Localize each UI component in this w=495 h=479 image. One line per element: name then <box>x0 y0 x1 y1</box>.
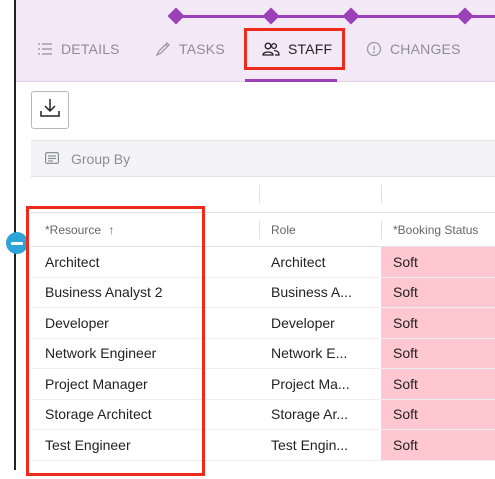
download-button[interactable] <box>31 91 69 129</box>
role-cell[interactable]: Business A... <box>259 284 381 300</box>
role-cell[interactable]: Project Ma... <box>259 376 381 392</box>
tab-changes[interactable]: Changes <box>366 38 461 60</box>
tab-label: Tasks <box>179 41 225 57</box>
column-header-label: Role <box>271 222 296 237</box>
column-header-booking-status[interactable]: *Booking Status <box>381 223 495 237</box>
booking-status-cell[interactable]: Soft <box>381 399 495 429</box>
pencil-icon <box>155 41 171 57</box>
minus-icon <box>11 241 23 245</box>
tab-label: Changes <box>390 41 461 57</box>
booking-status-cell[interactable]: Soft <box>381 338 495 368</box>
role-cell[interactable]: Test Engin... <box>259 437 381 453</box>
tab-details[interactable]: Details <box>37 38 120 60</box>
toolbar <box>16 82 495 140</box>
panel-resize-handle[interactable] <box>6 232 28 254</box>
download-icon <box>39 97 61 124</box>
column-divider <box>381 221 382 239</box>
column-header-role[interactable]: Role <box>259 223 381 237</box>
highlight-box-resource-column <box>26 206 205 476</box>
column-divider <box>259 221 260 239</box>
booking-status-cell[interactable]: Soft <box>381 308 495 338</box>
group-by-label: Group By <box>71 150 131 167</box>
progress-line <box>176 15 495 18</box>
group-by-icon <box>45 151 60 167</box>
role-cell[interactable]: Network E... <box>259 345 381 361</box>
group-by-bar[interactable]: Group By <box>31 140 495 177</box>
booking-status-cell[interactable]: Soft <box>381 430 495 460</box>
list-icon <box>37 42 53 56</box>
column-divider <box>381 185 382 203</box>
highlight-box-staff-tab <box>244 28 345 70</box>
booking-status-cell[interactable]: Soft <box>381 369 495 399</box>
column-divider <box>259 185 260 203</box>
booking-status-cell[interactable]: Soft <box>381 247 495 277</box>
role-cell[interactable]: Storage Ar... <box>259 406 381 422</box>
changes-icon <box>366 41 382 57</box>
column-header-label: *Booking Status <box>393 222 479 237</box>
role-cell[interactable]: Architect <box>259 254 381 270</box>
booking-status-cell[interactable]: Soft <box>381 277 495 307</box>
role-cell[interactable]: Developer <box>259 315 381 331</box>
tab-label: Details <box>61 41 120 57</box>
tab-tasks[interactable]: Tasks <box>155 38 225 60</box>
